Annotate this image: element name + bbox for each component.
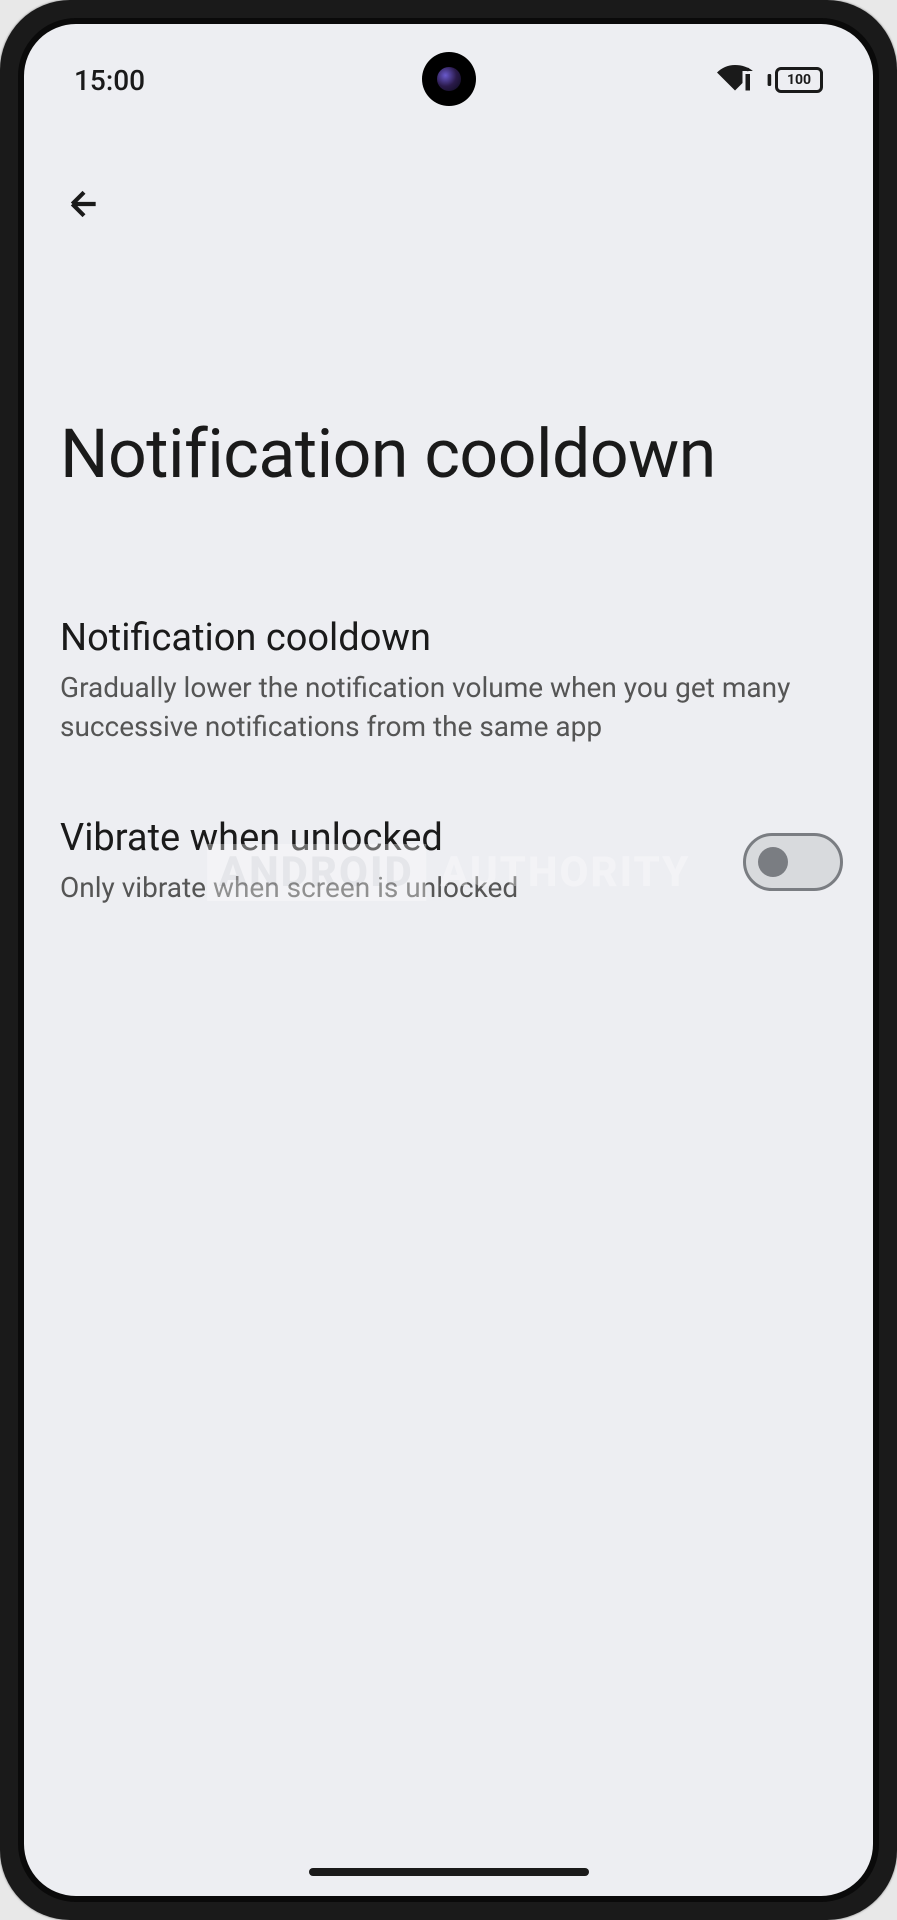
screen: 15:00 100: [24, 24, 873, 1896]
phone-inner: 15:00 100: [18, 18, 879, 1902]
setting-description: Gradually lower the notification volume …: [60, 668, 843, 746]
setting-vibrate-unlocked[interactable]: Vibrate when unlocked Only vibrate when …: [60, 816, 843, 977]
toggle-vibrate-unlocked[interactable]: [743, 833, 843, 891]
back-area: [24, 104, 873, 234]
setting-notification-cooldown[interactable]: Notification cooldown Gradually lower th…: [60, 616, 843, 816]
setting-title: Vibrate when unlocked: [60, 816, 703, 860]
page-title: Notification cooldown: [24, 234, 873, 496]
setting-text: Vibrate when unlocked Only vibrate when …: [60, 816, 703, 907]
phone-frame: 15:00 100: [0, 0, 897, 1920]
setting-description: Only vibrate when screen is unlocked: [60, 868, 703, 907]
nav-handle[interactable]: [309, 1868, 589, 1876]
back-button[interactable]: [54, 174, 114, 234]
toggle-thumb: [758, 847, 788, 877]
setting-text: Notification cooldown Gradually lower th…: [60, 616, 843, 746]
status-right: 100: [717, 59, 823, 102]
wifi-icon: [717, 59, 753, 102]
settings-list: Notification cooldown Gradually lower th…: [24, 496, 873, 978]
status-time: 15:00: [74, 64, 145, 97]
battery-icon: 100: [767, 67, 823, 93]
battery-level: 100: [775, 67, 823, 93]
camera-notch: [422, 52, 476, 106]
setting-title: Notification cooldown: [60, 616, 843, 660]
camera-lens: [437, 67, 461, 91]
